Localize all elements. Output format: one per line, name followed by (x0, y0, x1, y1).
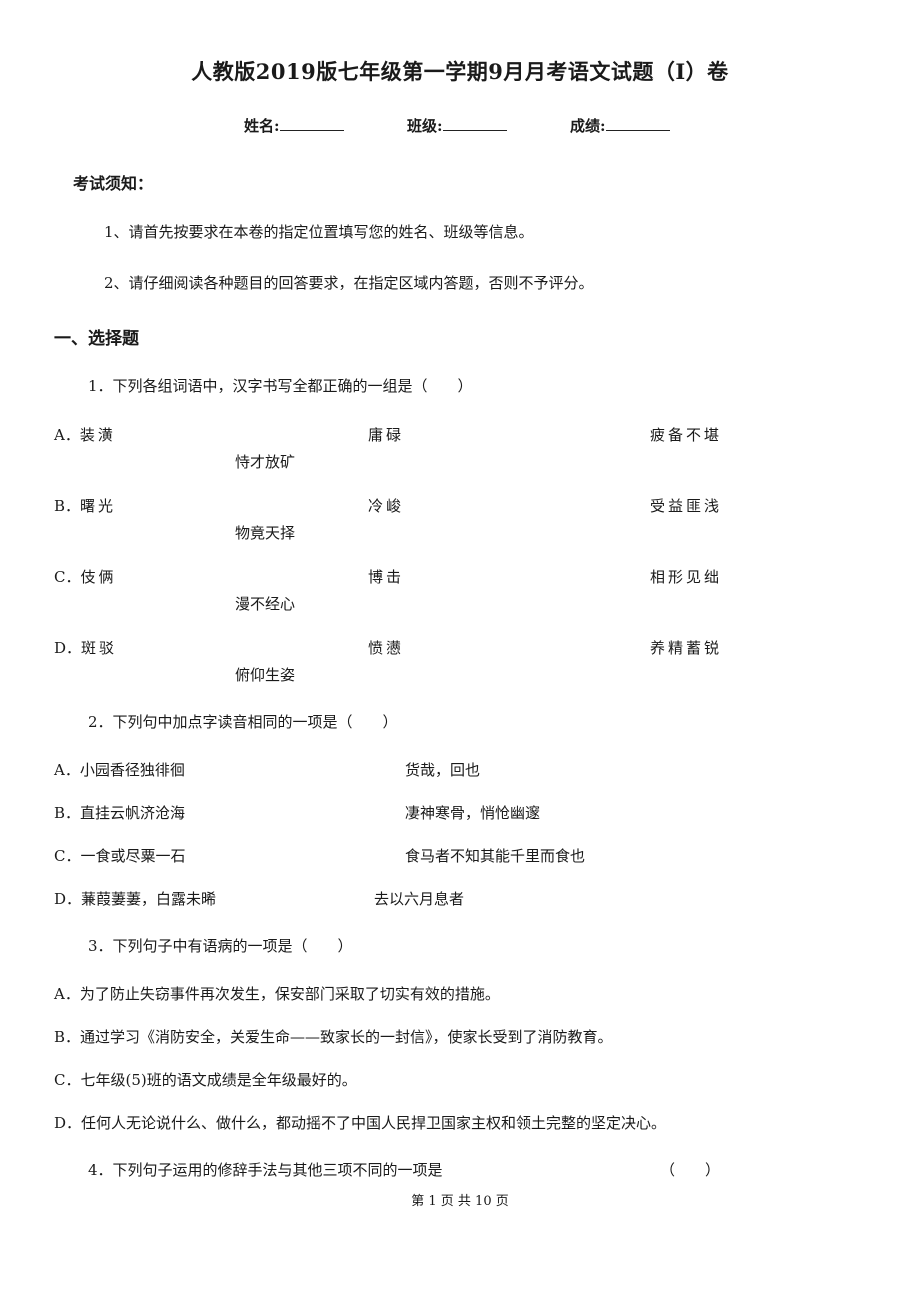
option-word: 装潢 (79, 426, 116, 444)
option-letter: D． (54, 639, 82, 657)
option-word: 冷峻 (368, 497, 405, 515)
option-letter: A． (54, 426, 80, 444)
name-label: 姓名: (244, 117, 280, 135)
option-word: 受益匪浅 (650, 497, 723, 515)
question-3-stem: 3．下列句子中有语病的一项是（ ） (88, 937, 353, 955)
name-field[interactable]: 姓名: (244, 115, 344, 136)
option-left: D．蒹葭萋萋，白露未晞 (54, 890, 217, 908)
question-4-answer-paren[interactable]: （ ） (660, 1159, 720, 1180)
option-left: A．小园香径独徘徊 (54, 761, 185, 779)
notice-item: 1、请首先按要求在本卷的指定位置填写您的姓名、班级等信息。 (104, 223, 534, 241)
question-2-stem: 2．下列句中加点字读音相同的一项是（ ） (88, 713, 398, 731)
option-word: 疲备不堪 (650, 426, 723, 444)
class-blank[interactable] (442, 116, 507, 131)
option-word: 俯仰生姿 (235, 666, 296, 684)
question-3-option-b[interactable]: B．通过学习《消防安全，关爱生命——致家长的一封信》，使家长受到了消防教育。 (54, 1026, 613, 1047)
document-title: 人教版2019版七年级第一学期9月月考语文试题（I）卷 (191, 59, 729, 84)
option-right: 去以六月息者 (374, 890, 465, 908)
option-word: 曙光 (80, 497, 117, 515)
question-4-stem: 4．下列句子运用的修辞手法与其他三项不同的一项是 (88, 1161, 443, 1179)
option-word: 恃才放矿 (235, 453, 296, 471)
option-word: 愤懑 (368, 639, 405, 657)
option-word: 物竟天择 (235, 524, 296, 542)
score-blank[interactable] (605, 116, 670, 131)
option-word: 养精蓄锐 (650, 639, 723, 657)
option-word: 博击 (368, 568, 405, 586)
notice-item: 2、请仔细阅读各种题目的回答要求，在指定区域内答题，否则不予评分。 (104, 274, 594, 292)
option-word: 相形见绌 (650, 568, 723, 586)
option-word: 伎俩 (80, 568, 117, 586)
question-3-option-a[interactable]: A．为了防止失窃事件再次发生，保安部门采取了切实有效的措施。 (54, 983, 500, 1004)
page-footer: 第 1 页 共 10 页 (411, 1194, 509, 1209)
section-title: 一、选择题 (54, 329, 139, 349)
option-right: 食马者不知其能千里而食也 (405, 847, 586, 865)
score-field[interactable]: 成绩: (570, 115, 670, 136)
option-right: 凄神寒骨，悄怆幽邃 (405, 804, 541, 822)
option-left: B．直挂云帆济沧海 (54, 804, 186, 822)
question-3-option-d[interactable]: D．任何人无论说什么、做什么，都动摇不了中国人民捍卫国家主权和领土完整的坚定决心… (54, 1112, 666, 1133)
option-word: 漫不经心 (235, 595, 296, 613)
class-field[interactable]: 班级: (407, 115, 507, 136)
option-word: 斑驳 (81, 639, 118, 657)
score-label: 成绩: (570, 117, 606, 135)
class-label: 班级: (407, 117, 443, 135)
option-word: 庸碌 (368, 426, 405, 444)
notice-heading: 考试须知： (73, 174, 154, 193)
question-1-stem: 1．下列各组词语中，汉字书写全都正确的一组是（ ） (88, 377, 473, 395)
option-right: 货哉，回也 (405, 761, 481, 779)
option-letter: B． (54, 497, 81, 515)
name-blank[interactable] (279, 116, 344, 131)
option-letter: C． (54, 568, 81, 586)
option-left: C．一食或尽粟一石 (54, 847, 186, 865)
question-3-option-c[interactable]: C．七年级(5)班的语文成绩是全年级最好的。 (54, 1069, 357, 1090)
